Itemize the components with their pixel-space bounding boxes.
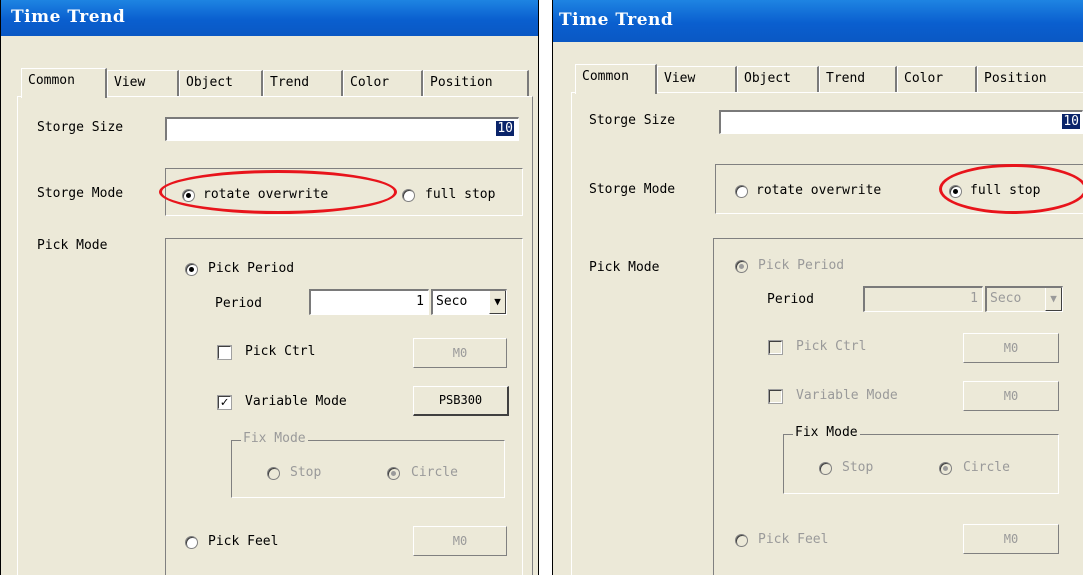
period-unit-select[interactable]: Seco ▼ [985,286,1063,312]
storge-size-value: 10 [496,121,514,136]
period-unit-value: Seco [990,291,1022,306]
chevron-down-icon[interactable]: ▼ [1045,288,1062,311]
pick-period-label[interactable]: Pick Period [208,261,294,276]
highlight-oval [939,164,1083,214]
tab-color[interactable]: Color [343,70,423,96]
pick-period-label[interactable]: Pick Period [758,258,844,273]
pick-period-radio[interactable] [185,263,198,276]
stop-label[interactable]: Stop [290,465,321,480]
variable-mode-button[interactable]: PSB300 [413,386,509,416]
window-title: Time Trend [559,10,674,30]
tab-view[interactable]: View [657,66,737,92]
tab-trend[interactable]: Trend [263,70,343,96]
pick-feel-button[interactable]: M0 [413,526,507,556]
fix-mode-label: Fix Mode [793,425,860,440]
rotate-overwrite-label[interactable]: rotate overwrite [756,183,881,198]
pick-feel-radio[interactable] [185,536,198,549]
pick-ctrl-checkbox[interactable] [218,346,231,359]
tab-common[interactable]: Common [21,68,107,98]
period-unit-select[interactable]: Seco ▼ [431,289,507,315]
variable-mode-label[interactable]: Variable Mode [245,394,347,409]
storge-size-label: Storge Size [37,120,124,135]
period-unit-value: Seco [436,294,468,309]
full-stop-radio[interactable] [402,189,415,202]
pick-feel-label[interactable]: Pick Feel [208,534,278,549]
title-bar[interactable]: Time Trend [553,0,1083,42]
pick-mode-label: Pick Mode [37,238,108,253]
pick-feel-radio[interactable] [735,534,748,547]
fix-mode-label: Fix Mode [241,431,308,446]
circle-radio[interactable] [387,467,400,480]
pick-feel-button[interactable]: M0 [963,524,1059,554]
tab-position[interactable]: Position [977,66,1083,92]
tab-trend[interactable]: Trend [819,66,897,92]
tab-object[interactable]: Object [179,70,263,96]
period-input[interactable]: 1 [863,286,983,312]
highlight-oval [159,170,397,214]
variable-mode-button[interactable]: M0 [963,381,1059,411]
pick-ctrl-button[interactable]: M0 [963,333,1059,363]
tab-position[interactable]: Position [423,70,529,96]
chevron-down-icon[interactable]: ▼ [489,291,506,314]
period-label: Period [767,292,814,307]
storge-size-label: Storge Size [589,113,676,128]
variable-mode-label[interactable]: Variable Mode [796,388,898,403]
storge-mode-label: Storge Mode [589,182,676,197]
tab-common[interactable]: Common [575,64,657,94]
storge-size-value: 10 [1062,114,1080,129]
pick-ctrl-button[interactable]: M0 [413,338,507,368]
stop-label[interactable]: Stop [842,460,873,475]
tab-view[interactable]: View [107,70,179,96]
variable-mode-checkbox[interactable] [769,390,782,403]
tab-color[interactable]: Color [897,66,977,92]
title-bar[interactable]: Time Trend [1,0,538,36]
stop-radio[interactable] [267,467,280,480]
pick-ctrl-label[interactable]: Pick Ctrl [796,339,866,354]
left-dialog: Time Trend Common View Object Trend Colo… [0,0,539,575]
pick-ctrl-label[interactable]: Pick Ctrl [245,344,315,359]
circle-label[interactable]: Circle [963,460,1010,475]
pick-ctrl-checkbox[interactable] [769,341,782,354]
right-dialog: Time Trend Common View Object Trend Colo… [552,0,1083,575]
storge-size-input[interactable]: 10 [165,117,519,141]
full-stop-label[interactable]: full stop [425,187,495,202]
circle-radio[interactable] [939,462,952,475]
circle-label[interactable]: Circle [411,465,458,480]
period-label: Period [215,296,262,311]
period-input[interactable]: 1 [309,289,429,315]
pick-mode-label: Pick Mode [589,260,660,275]
storge-mode-label: Storge Mode [37,186,124,201]
pick-period-radio[interactable] [735,260,748,273]
storge-size-input[interactable]: 10 [719,110,1083,134]
pick-feel-label[interactable]: Pick Feel [758,532,828,547]
variable-mode-checkbox[interactable]: ✓ [218,396,231,409]
tab-object[interactable]: Object [737,66,819,92]
stop-radio[interactable] [819,462,832,475]
rotate-overwrite-radio[interactable] [735,185,748,198]
window-title: Time Trend [11,7,126,27]
